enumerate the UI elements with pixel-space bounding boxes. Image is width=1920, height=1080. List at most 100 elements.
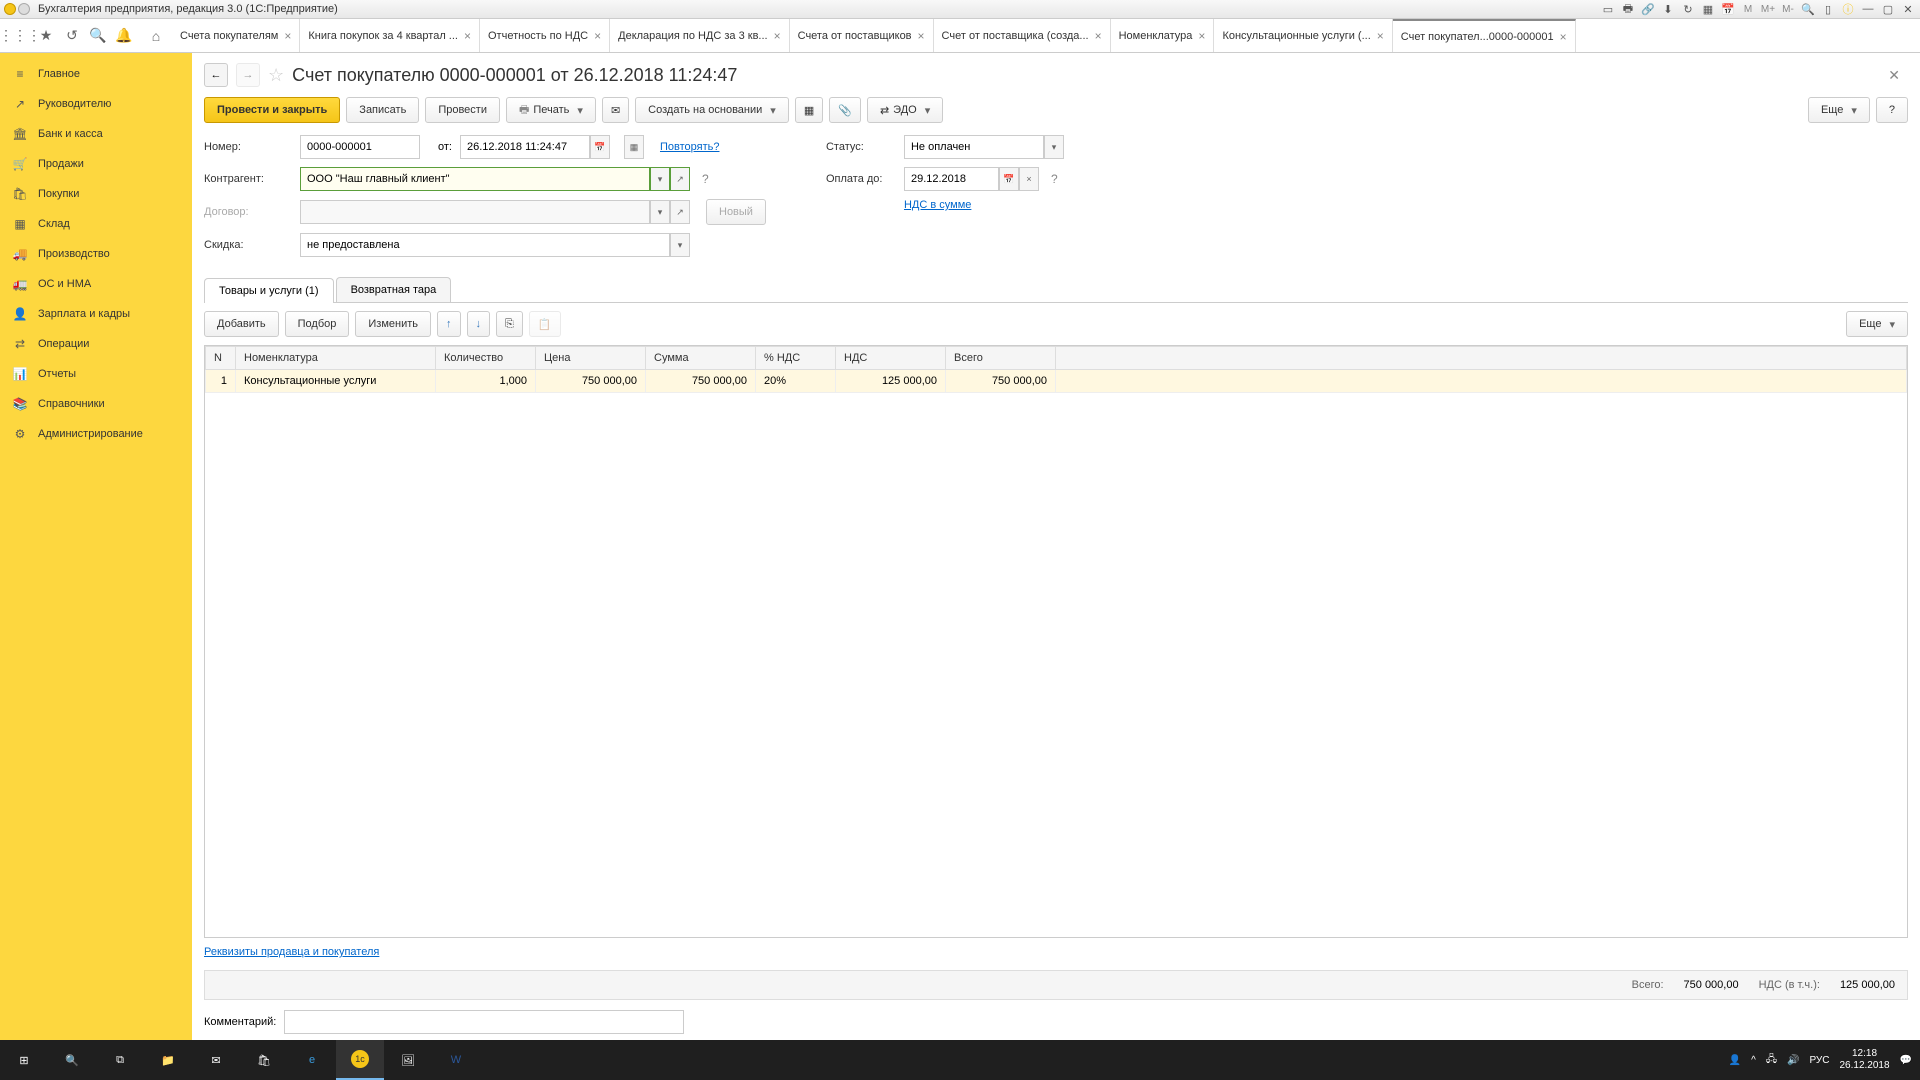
sidebar-item[interactable]: ↗Руководителю — [0, 89, 192, 119]
dropdown-icon[interactable]: ▾ — [670, 233, 690, 257]
discount-input[interactable] — [300, 233, 670, 257]
titlebar-btn[interactable]: 🖶 — [1620, 2, 1636, 16]
zoom-icon[interactable]: 🔍 — [1800, 2, 1816, 16]
sidebar-item[interactable]: 🚚Производство — [0, 239, 192, 269]
forward-button[interactable]: → — [236, 63, 260, 87]
sidebar-item[interactable]: ▦Склад — [0, 209, 192, 239]
sidebar-item[interactable]: ≡Главное — [0, 59, 192, 89]
col-total[interactable]: Всего — [946, 347, 1056, 370]
tab-close-icon[interactable]: × — [1560, 30, 1567, 44]
col-qty[interactable]: Количество — [436, 347, 536, 370]
col-vat-pct[interactable]: % НДС — [756, 347, 836, 370]
edge-button[interactable]: e — [288, 1040, 336, 1080]
titlebar-btn[interactable]: ↻ — [1680, 2, 1696, 16]
titlebar-text-m[interactable]: M+ — [1760, 2, 1776, 16]
seller-details-link[interactable]: Реквизиты продавца и покупателя — [204, 946, 379, 958]
add-button[interactable]: Добавить — [204, 311, 279, 337]
mail-button[interactable]: ✉ — [192, 1040, 240, 1080]
create-based-button[interactable]: Создать на основании — [635, 97, 789, 123]
change-button[interactable]: Изменить — [355, 311, 431, 337]
tab-goods[interactable]: Товары и услуги (1) — [204, 278, 334, 303]
status-input[interactable] — [904, 135, 1044, 159]
document-tab[interactable]: Книга покупок за 4 квартал ...× — [300, 19, 480, 52]
contract-input[interactable] — [300, 200, 650, 224]
tab-close-icon[interactable]: × — [774, 29, 781, 43]
close-document-icon[interactable]: ✕ — [1888, 67, 1908, 84]
start-button[interactable]: ⊞ — [0, 1040, 48, 1080]
tab-close-icon[interactable]: × — [464, 29, 471, 43]
dropdown-icon[interactable]: ▾ — [650, 200, 670, 224]
tray-up-icon[interactable]: ^ — [1751, 1055, 1756, 1066]
post-button[interactable]: Провести — [425, 97, 500, 123]
minimize-icon[interactable]: — — [1860, 2, 1876, 16]
open-icon[interactable]: ↗ — [670, 167, 690, 191]
tab-close-icon[interactable]: × — [1377, 29, 1384, 43]
sidebar-item[interactable]: 👤Зарплата и кадры — [0, 299, 192, 329]
paste-button[interactable]: 📋 — [529, 311, 561, 337]
tab-close-icon[interactable]: × — [284, 29, 291, 43]
col-nom[interactable]: Номенклатура — [236, 347, 436, 370]
post-and-close-button[interactable]: Провести и закрыть — [204, 97, 340, 123]
print-button[interactable]: 🖶 Печать — [506, 97, 596, 123]
col-vat[interactable]: НДС — [836, 347, 946, 370]
attach-button[interactable]: 📎 — [829, 97, 861, 123]
related-button[interactable]: ▦ — [795, 97, 823, 123]
history-icon[interactable]: ↺ — [60, 24, 84, 48]
document-tab[interactable]: Консультационные услуги (...× — [1214, 19, 1392, 52]
document-tab[interactable]: Счет от поставщика (созда...× — [934, 19, 1111, 52]
tray-notifications-icon[interactable]: 💬 — [1900, 1055, 1912, 1066]
vat-link[interactable]: НДС в сумме — [904, 199, 971, 211]
tab-close-icon[interactable]: × — [918, 29, 925, 43]
document-tab[interactable]: Счета от поставщиков× — [790, 19, 934, 52]
taskbar-clock[interactable]: 12:18 26.12.2018 — [1839, 1048, 1889, 1072]
col-n[interactable]: N — [206, 347, 236, 370]
more-button[interactable]: Еще — [1808, 97, 1870, 123]
repeat-link[interactable]: Повторять? — [660, 141, 720, 153]
tray-network-icon[interactable]: 🖧 — [1766, 1052, 1777, 1069]
table-row[interactable]: 1Консультационные услуги1,000750 000,007… — [206, 370, 1907, 393]
search-button[interactable]: 🔍 — [48, 1040, 96, 1080]
titlebar-text-m[interactable]: M — [1740, 2, 1756, 16]
sidebar-item[interactable]: 🏛Банк и касса — [0, 119, 192, 149]
new-contract-button[interactable]: Новый — [706, 199, 766, 225]
titlebar-text-m[interactable]: M- — [1780, 2, 1796, 16]
col-sum[interactable]: Сумма — [646, 347, 756, 370]
dropdown-icon[interactable]: ▾ — [1044, 135, 1064, 159]
date-input[interactable] — [460, 135, 590, 159]
sidebar-item[interactable]: 🛒Продажи — [0, 149, 192, 179]
store-button[interactable]: 🛍 — [240, 1040, 288, 1080]
word-button[interactable]: W — [432, 1040, 480, 1080]
home-icon[interactable]: ⌂ — [144, 24, 168, 48]
col-price[interactable]: Цена — [536, 347, 646, 370]
photos-button[interactable]: 🖼 — [384, 1040, 432, 1080]
close-icon[interactable]: ✕ — [1900, 2, 1916, 16]
schedule-icon[interactable]: ▦ — [624, 135, 644, 159]
dropdown-icon[interactable]: ▾ — [650, 167, 670, 191]
edo-button[interactable]: ⇄ ЭДО — [867, 97, 943, 123]
explorer-button[interactable]: 📁 — [144, 1040, 192, 1080]
titlebar-btn[interactable]: ▭ — [1600, 2, 1616, 16]
comment-input[interactable] — [284, 1010, 684, 1034]
document-tab[interactable]: Счет покупател...0000-000001× — [1393, 19, 1576, 52]
back-button[interactable]: ← — [204, 63, 228, 87]
layout-icon[interactable]: ▯ — [1820, 2, 1836, 16]
open-icon[interactable]: ↗ — [670, 200, 690, 224]
document-tab[interactable]: Декларация по НДС за 3 кв...× — [610, 19, 790, 52]
tray-people-icon[interactable]: 👤 — [1729, 1055, 1741, 1066]
tray-lang[interactable]: РУС — [1809, 1055, 1829, 1066]
document-tab[interactable]: Счета покупателям× — [172, 19, 300, 52]
number-input[interactable] — [300, 135, 420, 159]
counterparty-input[interactable] — [300, 167, 650, 191]
1c-button[interactable]: 1c — [336, 1040, 384, 1080]
email-button[interactable]: ✉ — [602, 97, 629, 123]
document-tab[interactable]: Отчетность по НДС× — [480, 19, 610, 52]
sidebar-item[interactable]: 📊Отчеты — [0, 359, 192, 389]
star-icon[interactable]: ★ — [34, 24, 58, 48]
tab-close-icon[interactable]: × — [1095, 29, 1102, 43]
maximize-icon[interactable]: ▢ — [1880, 2, 1896, 16]
sidebar-item[interactable]: ⇄Операции — [0, 329, 192, 359]
bell-icon[interactable]: 🔔 — [112, 24, 136, 48]
help-icon[interactable]: ? — [702, 172, 709, 186]
favorite-icon[interactable]: ☆ — [268, 65, 284, 86]
sidebar-item[interactable]: 📚Справочники — [0, 389, 192, 419]
